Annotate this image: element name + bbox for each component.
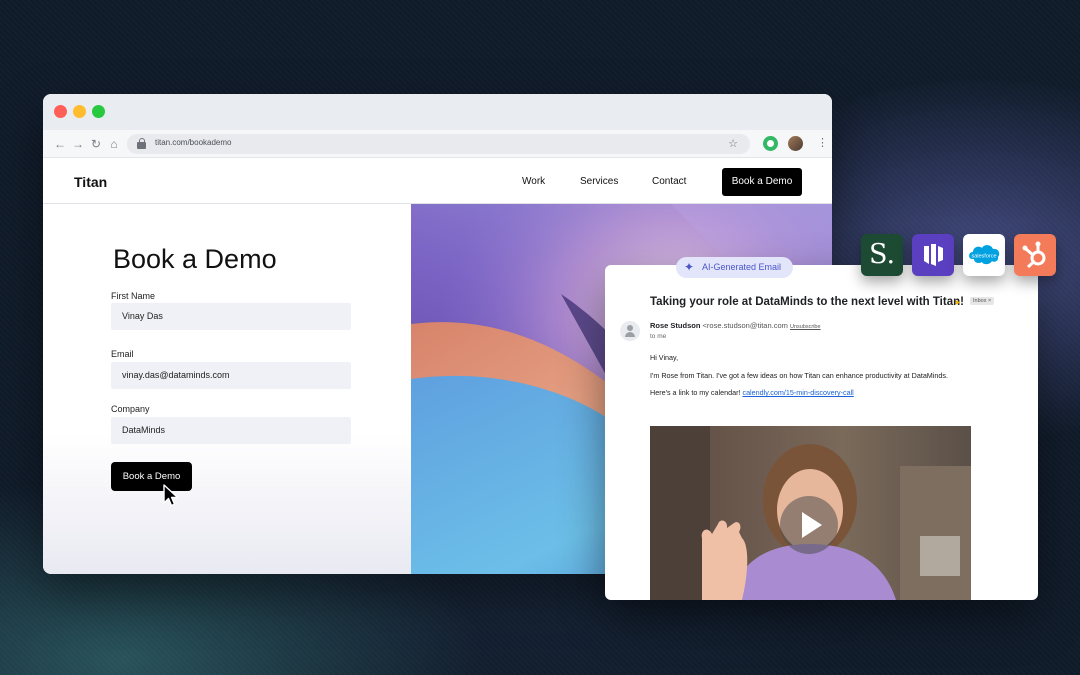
calendly-link[interactable]: calendly.com/15-min-discovery-call [742, 388, 853, 397]
demo-form: Book a Demo First Name Vinay Das Email v… [43, 204, 411, 574]
nav-contact[interactable]: Contact [652, 176, 686, 187]
ai-generated-badge: ✦ AI-Generated Email [676, 257, 793, 278]
salesforce-logo: salesforce [963, 234, 1005, 276]
maximize-window-button[interactable] [92, 105, 105, 118]
outreach-bars-icon [924, 244, 943, 266]
email-body: I'm Rose from Titan. I've got a few idea… [650, 371, 948, 380]
nav-services[interactable]: Services [580, 176, 618, 187]
play-button-icon[interactable] [780, 496, 838, 554]
title-bar [43, 94, 832, 130]
video-thumbnail[interactable] [650, 426, 971, 600]
lock-icon [137, 138, 146, 149]
email-label: Email [111, 349, 134, 359]
form-title: Book a Demo [113, 244, 277, 274]
sender-email: <rose.studson@titan.com [702, 321, 788, 330]
outreach-logo [912, 234, 954, 276]
salesloft-logo: S. [861, 234, 903, 276]
browser-toolbar: ← → ↻ ⌂ titan.com/bookademo ☆ ⋮ [43, 130, 832, 158]
sender-avatar-icon [620, 321, 640, 341]
first-name-input[interactable]: Vinay Das [111, 303, 351, 330]
link-intro: Here's a link to my calendar! [650, 388, 741, 397]
menu-kebab-icon[interactable]: ⋮ [817, 136, 828, 150]
reload-icon[interactable]: ↻ [89, 136, 103, 152]
company-input[interactable]: DataMinds [111, 417, 351, 444]
home-icon[interactable]: ⌂ [107, 136, 121, 152]
ai-badge-label: AI-Generated Email [702, 262, 782, 272]
url-text: titan.com/bookademo [155, 138, 232, 147]
minimize-window-button[interactable] [73, 105, 86, 118]
profile-avatar[interactable] [788, 136, 803, 151]
email-input[interactable]: vinay.das@dataminds.com [111, 362, 351, 389]
forward-icon[interactable]: → [71, 136, 85, 152]
header-book-demo-button[interactable]: Book a Demo [722, 168, 802, 196]
salesforce-cloud-icon: salesforce [969, 245, 1000, 265]
nav-work[interactable]: Work [522, 176, 545, 187]
sender-line: Rose Studson <rose.studson@titan.com Uns… [650, 321, 821, 330]
address-bar[interactable]: titan.com/bookademo ☆ [127, 134, 750, 154]
sparkle-icon: ✦ [684, 260, 695, 274]
site-logo[interactable]: Titan [74, 174, 107, 190]
first-name-label: First Name [111, 291, 156, 301]
bookmark-star-icon[interactable]: ☆ [728, 137, 738, 150]
inbox-label[interactable]: Inbox × [970, 297, 995, 305]
email-link-line: Here's a link to my calendar! calendly.c… [650, 388, 854, 397]
hubspot-sprocket-icon [1022, 241, 1046, 269]
close-window-button[interactable] [54, 105, 67, 118]
recipient-line: to me [650, 333, 667, 340]
importance-marker-icon: ➤ [954, 298, 961, 307]
salesloft-logo-letter: S. [868, 239, 896, 270]
site-header: Titan Work Services Contact Book a Demo [43, 158, 832, 204]
extension-icon[interactable] [763, 136, 778, 151]
email-subject: Taking your role at DataMinds to the nex… [650, 296, 964, 308]
email-preview-card: Taking your role at DataMinds to the nex… [605, 265, 1038, 600]
back-icon[interactable]: ← [53, 136, 67, 152]
hubspot-logo [1014, 234, 1056, 276]
email-greeting: Hi Vinay, [650, 353, 679, 362]
mouse-cursor-icon [163, 484, 179, 507]
company-label: Company [111, 404, 150, 414]
salesforce-text: salesforce [971, 254, 996, 260]
sender-name: Rose Studson [650, 321, 701, 330]
unsubscribe-link[interactable]: Unsubscribe [790, 324, 821, 330]
